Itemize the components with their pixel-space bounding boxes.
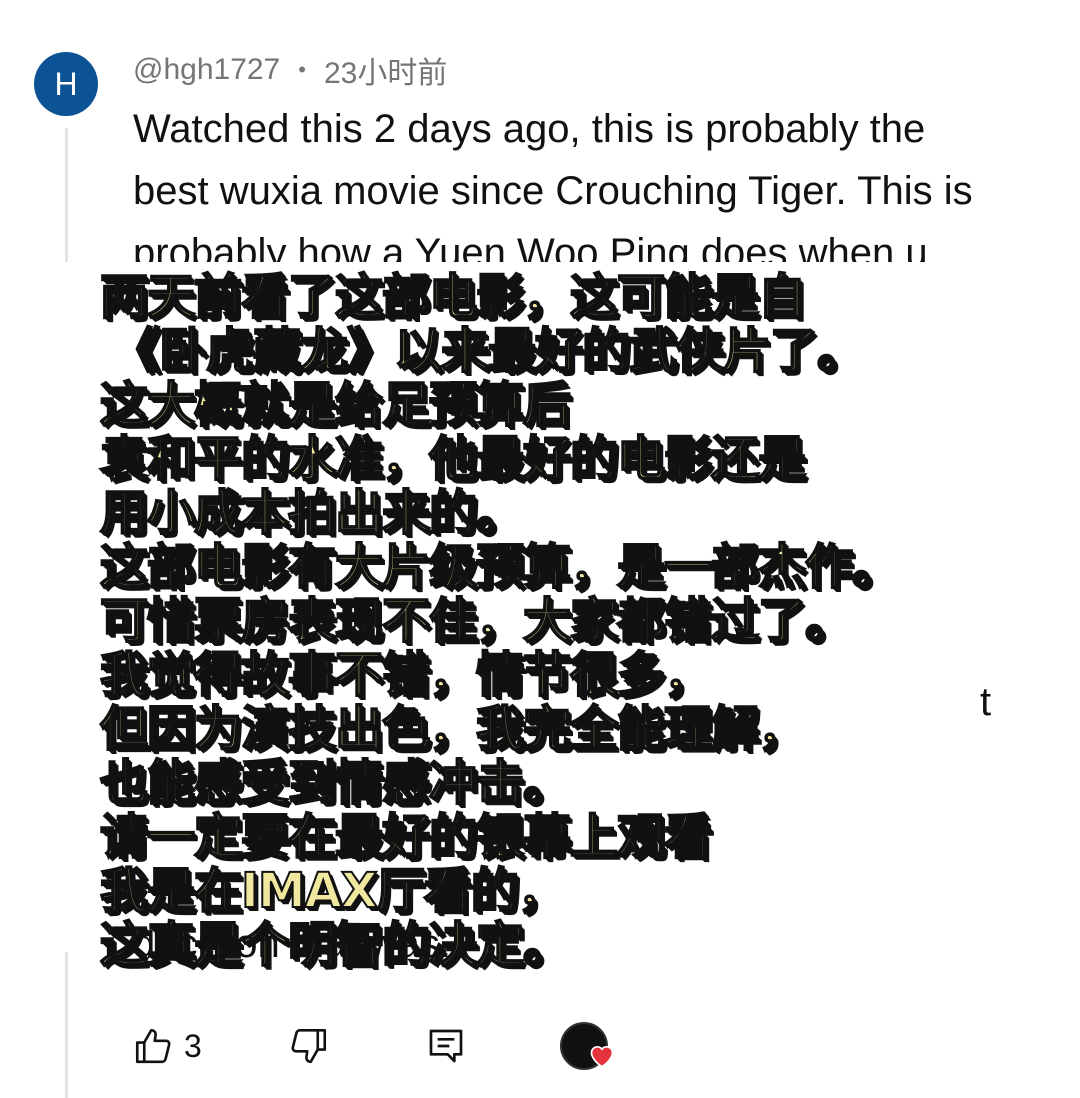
comment-line: Watched this 2 days ago, this is probabl…	[133, 107, 926, 151]
like-button[interactable]: 3	[132, 1018, 202, 1074]
dislike-button[interactable]	[288, 1018, 330, 1074]
overlay-line: 我是在IMAX厅看的，	[99, 863, 567, 919]
username[interactable]: @hgh1727	[133, 53, 280, 87]
overlay-line: 可惜票房表现不佳，大家都错过了。	[99, 593, 854, 649]
like-count: 3	[184, 1027, 202, 1064]
comment-tail: decision that was.	[133, 930, 451, 966]
overlay-line: 这部电影有大片级预算，是一部杰作。	[99, 539, 901, 595]
comment-actions: 3	[132, 1018, 732, 1074]
comment-line: best wuxia movie since Crouching Tiger. …	[133, 169, 973, 213]
avatar-initial: H	[54, 65, 78, 102]
overlay-line: 两天前看了这部电影，这可能是自	[99, 269, 807, 325]
timestamp[interactable]: 23小时前	[324, 48, 447, 92]
thumbs-down-icon	[291, 1028, 327, 1064]
overlay-line: 用小成本拍出来的。	[99, 485, 525, 541]
translation-overlay: 两天前看了这部电影，这可能是自 《卧虎藏龙》以来最好的武侠片了。 这大概就是给足…	[99, 269, 1020, 973]
overlay-line: 袁和平的水准，他最好的电影还是	[99, 431, 807, 487]
creator-heart-icon	[590, 1045, 614, 1068]
meta-separator: •	[298, 57, 306, 82]
comment-meta: @hgh1727 • 23小时前	[133, 52, 447, 90]
thumbs-up-icon	[135, 1028, 171, 1064]
avatar[interactable]: H	[34, 52, 98, 116]
overlay-line: 也能感受到情感冲击。	[99, 755, 572, 811]
overlay-line: 但因为演技出色，我完全能理解，	[99, 701, 807, 757]
overlay-line: 请一定要在最好的银幕上观看	[99, 809, 713, 865]
overlay-line: 这大概就是给足预算后	[99, 377, 572, 433]
overlay-line: 《卧虎藏龙》以来最好的武侠片了。	[111, 323, 866, 379]
comment-tail-line: decision that was.	[133, 930, 451, 966]
reply-button[interactable]	[426, 1018, 466, 1074]
reply-icon	[429, 1029, 463, 1063]
overlay-line: 我觉得故事不错，情节很多，	[99, 647, 713, 703]
